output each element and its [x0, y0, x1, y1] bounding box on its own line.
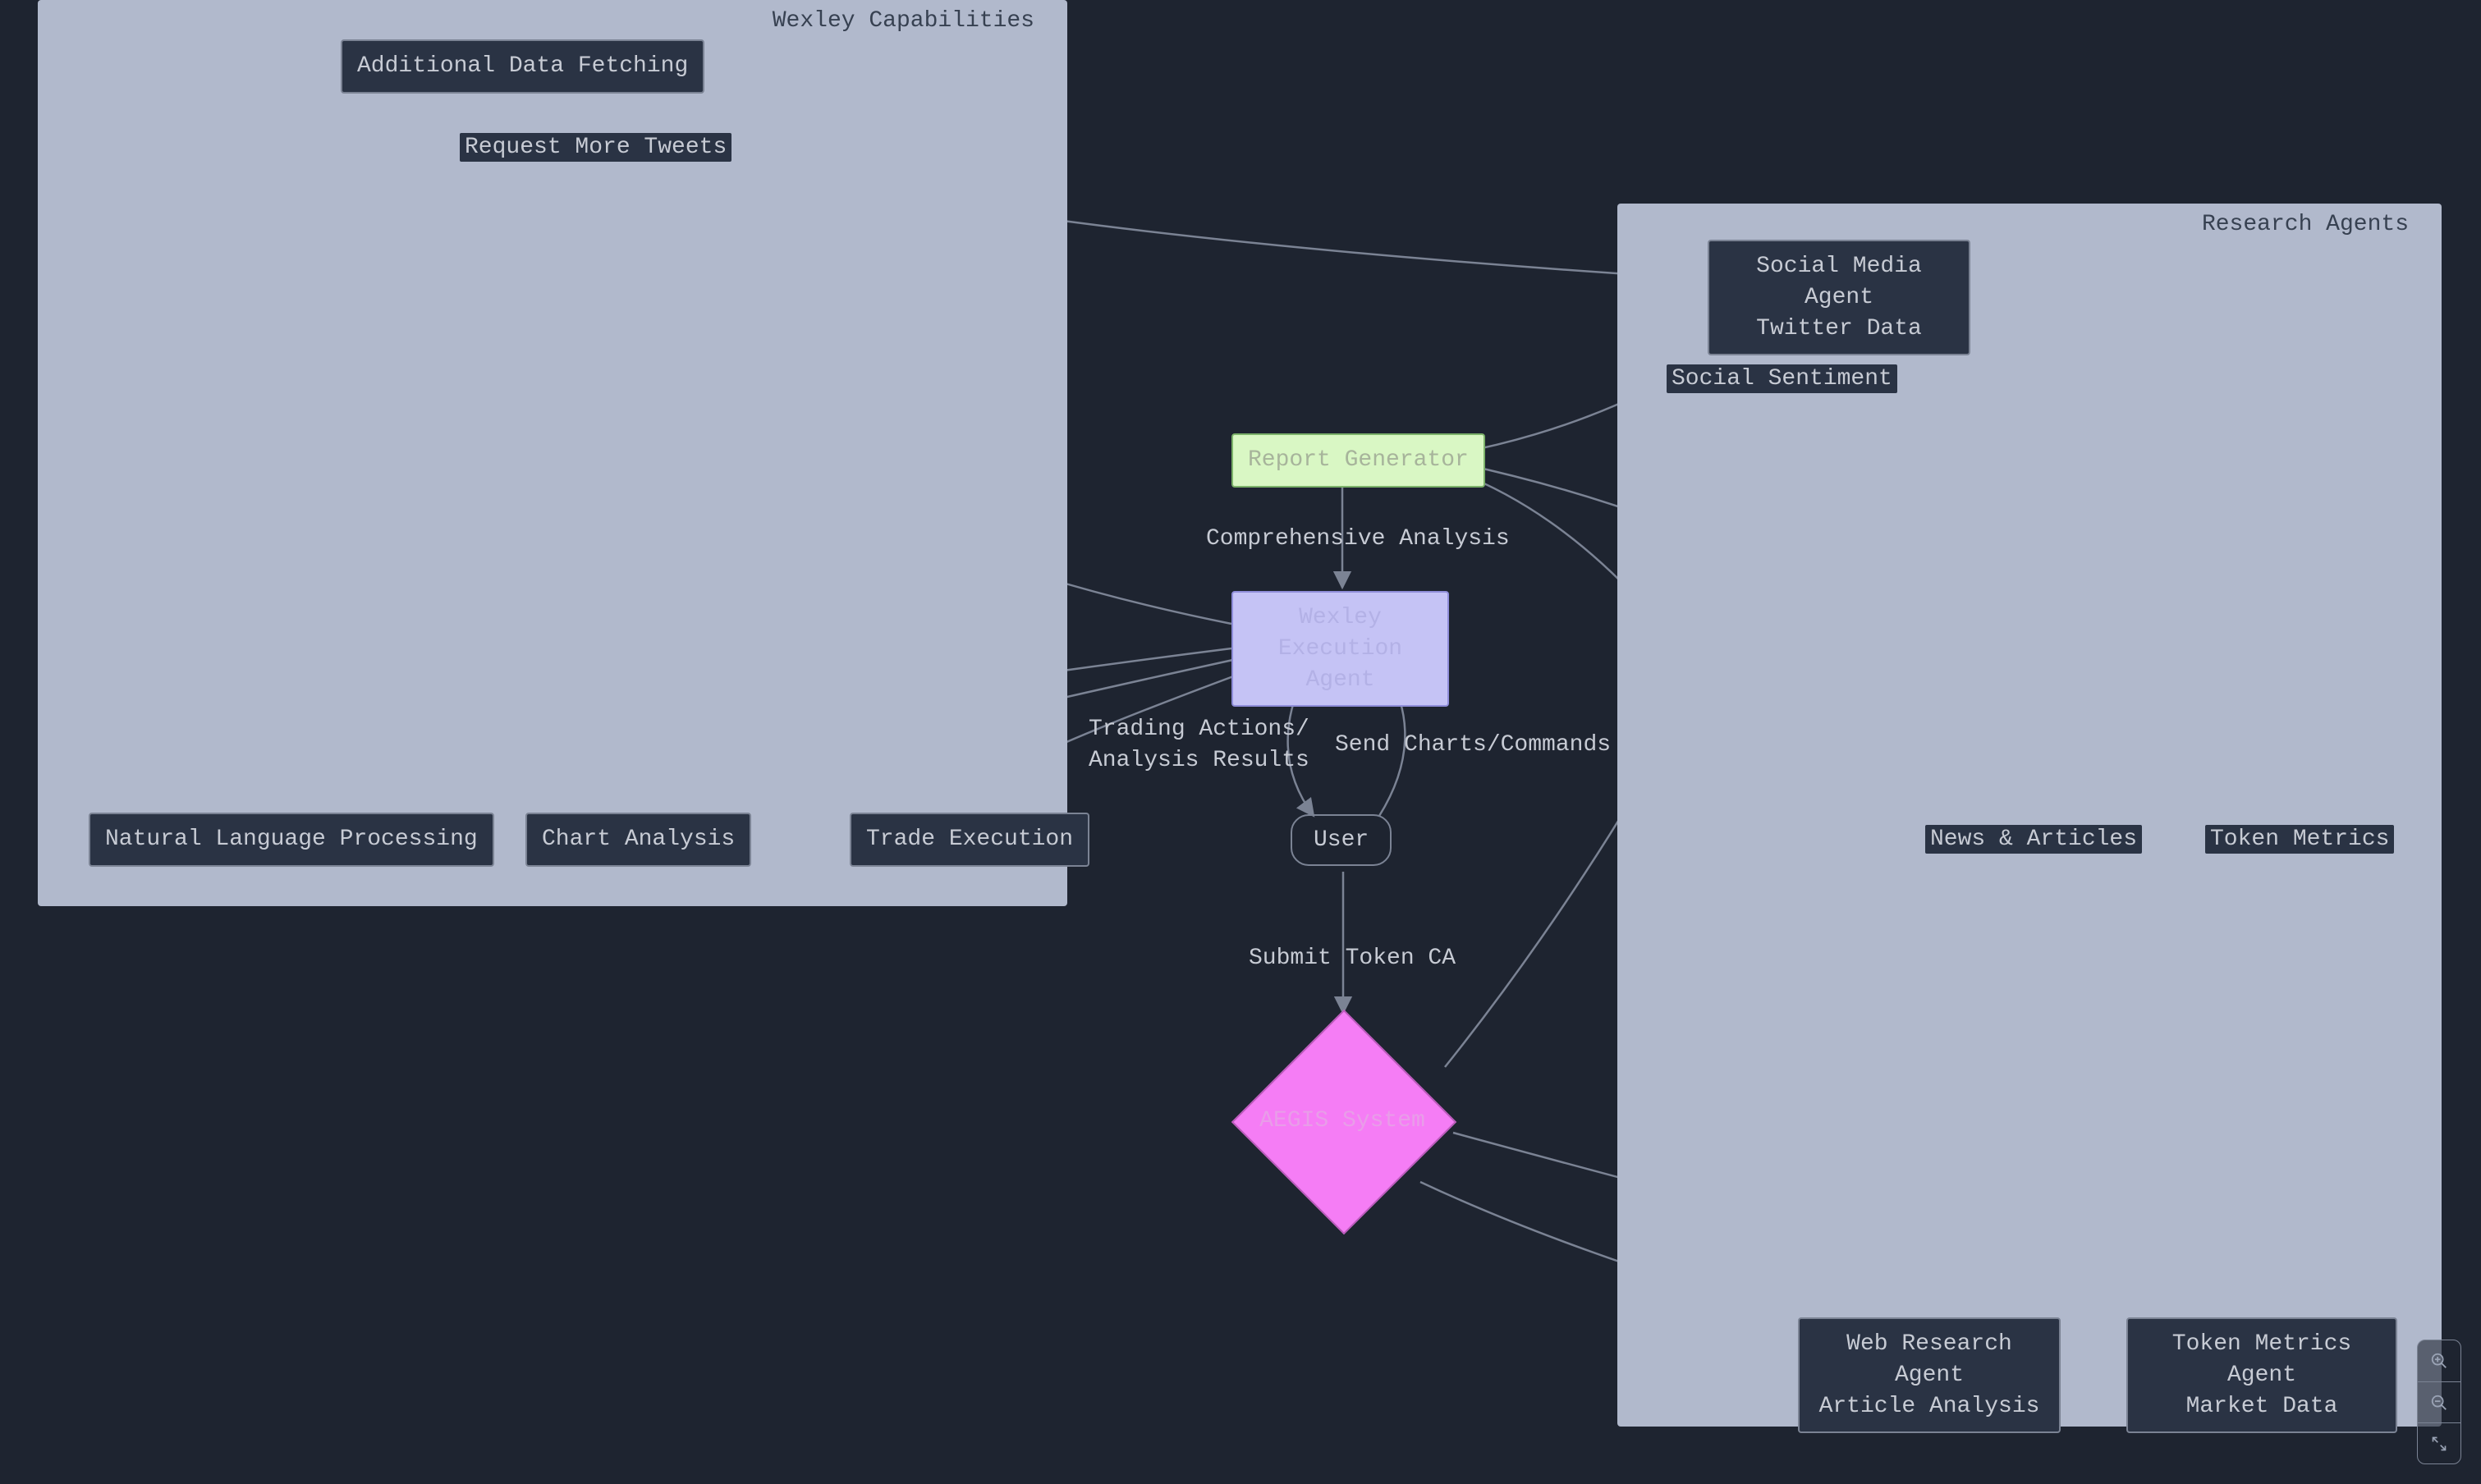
group-wexley-title: Wexley Capabilities	[773, 8, 1034, 34]
group-research-title: Research Agents	[2202, 212, 2409, 237]
expand-icon	[2431, 1436, 2447, 1452]
edge-label-submit-token: Submit Token CA	[1244, 944, 1461, 973]
edge-label-trading-actions: Trading Actions/ Analysis Results	[1084, 712, 1314, 778]
node-label-line2: Article Analysis	[1819, 1394, 2040, 1419]
zoom-controls	[2417, 1340, 2461, 1464]
node-label: Trade Execution	[866, 827, 1073, 852]
edge-label-request-more-tweets: Request More Tweets	[460, 133, 731, 162]
node-label-line1: Social Media Agent	[1756, 254, 1922, 310]
edge-label-send-charts: Send Charts/Commands	[1330, 731, 1616, 759]
zoom-out-button[interactable]	[2418, 1381, 2460, 1422]
zoom-in-button[interactable]	[2418, 1340, 2460, 1381]
node-chart-analysis[interactable]: Chart Analysis	[525, 813, 751, 867]
node-label: Chart Analysis	[542, 827, 735, 852]
node-label-line1: Wexley	[1299, 605, 1382, 630]
zoom-in-icon	[2430, 1352, 2448, 1370]
node-label-line2: Twitter Data	[1756, 316, 1922, 341]
node-social-media-agent[interactable]: Social Media Agent Twitter Data	[1708, 240, 1970, 355]
node-label-line2: Execution Agent	[1278, 636, 1402, 693]
node-wexley-execution-agent[interactable]: Wexley Execution Agent	[1231, 591, 1449, 707]
edge-label-social-sentiment: Social Sentiment	[1667, 364, 1897, 393]
fit-button[interactable]	[2418, 1422, 2460, 1463]
node-web-research-agent[interactable]: Web Research Agent Article Analysis	[1798, 1317, 2061, 1433]
node-label: Additional Data Fetching	[357, 53, 688, 79]
edge-label-news-articles: News & Articles	[1925, 825, 2142, 854]
node-additional-data-fetching[interactable]: Additional Data Fetching	[341, 39, 704, 94]
node-label: Natural Language Processing	[105, 827, 478, 852]
node-label-line1: Token Metrics Agent	[2172, 1331, 2351, 1388]
node-label: AEGIS System	[1231, 1010, 1453, 1231]
edge-label-token-metrics: Token Metrics	[2205, 825, 2394, 854]
node-label-line1: Web Research Agent	[1846, 1331, 2012, 1388]
node-label: Report Generator	[1248, 447, 1469, 473]
node-user[interactable]: User	[1291, 814, 1392, 866]
diagram-canvas[interactable]: Wexley Capabilities Research Agents Addi…	[0, 0, 2481, 1484]
node-label: User	[1314, 827, 1369, 853]
node-nlp[interactable]: Natural Language Processing	[89, 813, 494, 867]
zoom-out-icon	[2430, 1394, 2448, 1412]
node-report-generator[interactable]: Report Generator	[1231, 433, 1485, 488]
node-token-metrics-agent[interactable]: Token Metrics Agent Market Data	[2126, 1317, 2397, 1433]
node-aegis-system[interactable]: AEGIS System	[1231, 1010, 1453, 1231]
edge-label-comprehensive-analysis: Comprehensive Analysis	[1201, 524, 1515, 553]
node-label-line2: Market Data	[2186, 1394, 2338, 1419]
node-trade-execution[interactable]: Trade Execution	[850, 813, 1089, 867]
